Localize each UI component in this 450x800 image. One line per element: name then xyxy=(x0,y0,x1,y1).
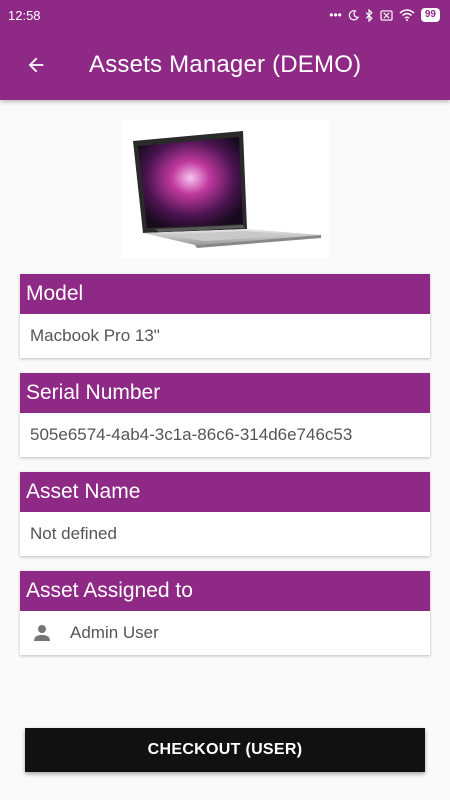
asset-name-label: Asset Name xyxy=(20,472,430,512)
app-title: Assets Manager (DEMO) xyxy=(89,51,362,78)
model-label: Model xyxy=(20,274,430,314)
arrow-back-icon xyxy=(28,57,44,73)
app-bar: Assets Manager (DEMO) xyxy=(0,30,450,100)
battery-icon: 99 xyxy=(420,8,440,22)
assigned-to-card: Asset Assigned to Admin User xyxy=(20,571,430,655)
asset-image xyxy=(121,120,329,258)
checkout-button[interactable]: CHECKOUT (USER) xyxy=(25,728,425,772)
assigned-to-row[interactable]: Admin User xyxy=(20,611,430,655)
bluetooth-icon xyxy=(365,8,373,22)
status-time: 12:58 xyxy=(8,7,41,23)
laptop-image xyxy=(133,131,321,248)
notification-dots-icon: ••• xyxy=(329,8,342,22)
status-icons: ••• 99 xyxy=(329,8,440,22)
moon-icon xyxy=(348,9,359,20)
serial-number-label: Serial Number xyxy=(20,373,430,413)
status-bar: 12:58 ••• 99 xyxy=(0,0,450,30)
assigned-to-label: Asset Assigned to xyxy=(20,571,430,611)
serial-number-value: 505e6574-4ab4-3c1a-86c6-314d6e746c53 xyxy=(30,425,353,444)
model-card: Model Macbook Pro 13" xyxy=(20,274,430,358)
asset-name-card: Asset Name Not defined xyxy=(20,472,430,556)
person-icon xyxy=(30,621,54,645)
serial-number-card: Serial Number 505e6574-4ab4-3c1a-86c6-31… xyxy=(20,373,430,457)
model-value: Macbook Pro 13" xyxy=(30,326,160,345)
wifi-icon xyxy=(399,9,415,21)
assigned-to-value: Admin User xyxy=(70,623,159,642)
back-button[interactable] xyxy=(20,49,52,81)
asset-name-value: Not defined xyxy=(30,524,117,543)
sim-off-icon xyxy=(380,9,393,21)
